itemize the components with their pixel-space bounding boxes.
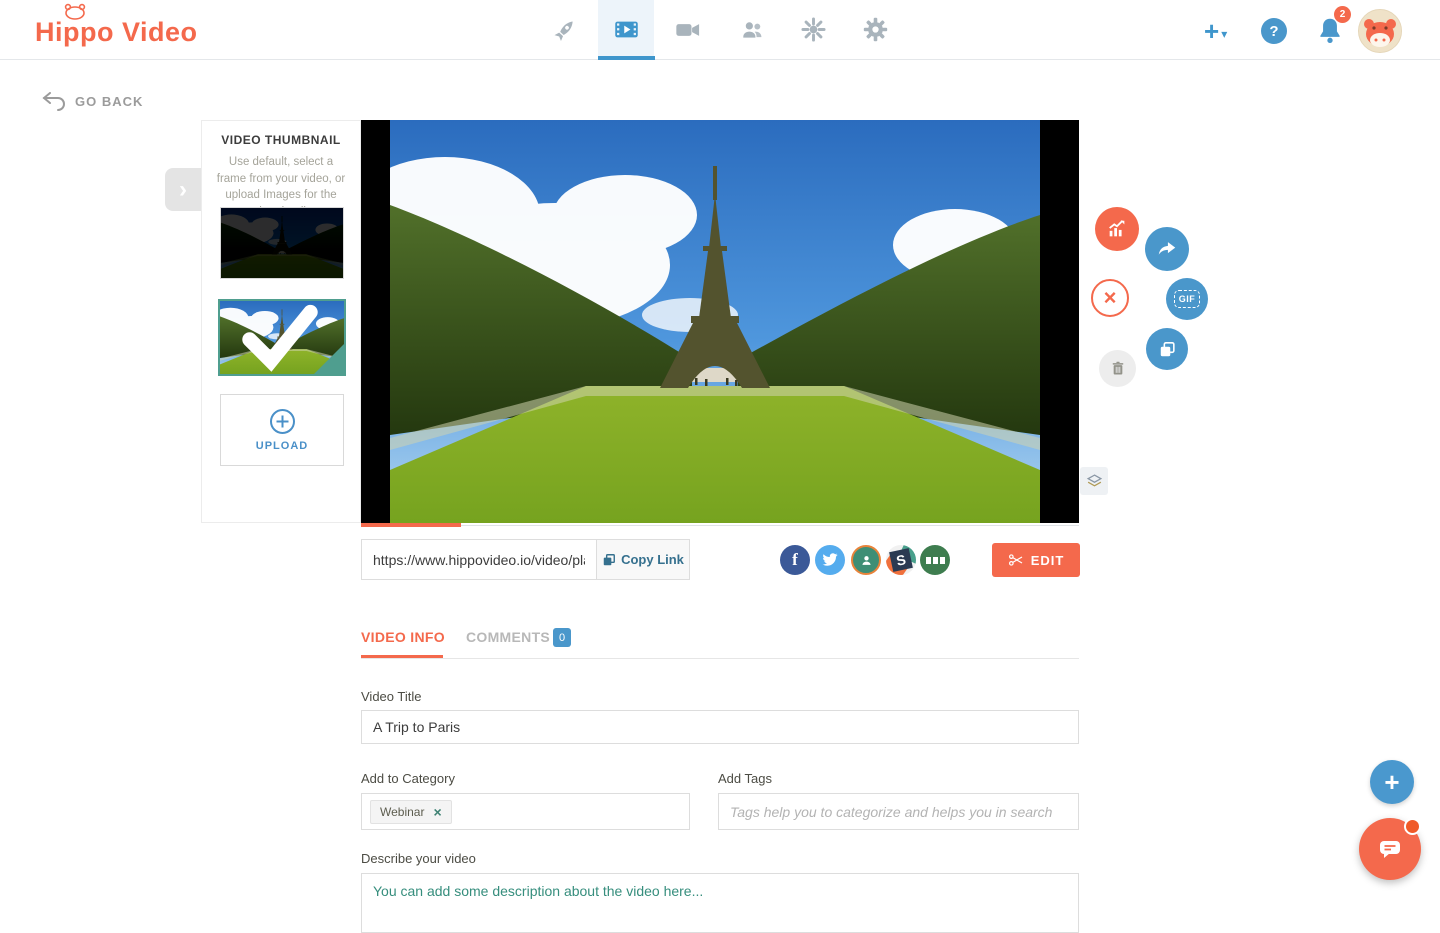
check-icon — [218, 300, 342, 373]
chevron-right-icon: › — [179, 176, 187, 204]
s-app-icon: S — [889, 548, 913, 572]
duplicate-icon — [1158, 340, 1177, 359]
gif-icon: GIF — [1174, 290, 1201, 308]
question-mark-icon: ? — [1269, 23, 1278, 40]
analytics-button[interactable] — [1095, 207, 1139, 251]
share-s-app-button[interactable]: S — [886, 545, 916, 575]
nav-teams-users-icon[interactable] — [724, 0, 780, 59]
delete-button[interactable] — [1099, 350, 1136, 387]
video-url-input[interactable] — [361, 539, 597, 580]
duplicate-button[interactable] — [1146, 328, 1188, 370]
edit-label: EDIT — [1031, 553, 1065, 568]
more-dots-icon — [933, 557, 938, 564]
description-textarea[interactable]: You can add some description about the v… — [361, 873, 1079, 933]
copy-link-button[interactable]: Copy Link — [596, 539, 690, 580]
tags-label: Add Tags — [718, 771, 772, 786]
copy-link-label: Copy Link — [621, 552, 684, 567]
chat-notification-dot — [1404, 818, 1421, 835]
nav-active-underline — [598, 56, 655, 60]
share-button[interactable] — [1145, 227, 1189, 271]
floating-add-button[interactable]: + — [1370, 760, 1414, 804]
hippo-video-logo[interactable]: Hippo Video — [35, 17, 198, 48]
thumbnail-option-selected[interactable] — [218, 299, 346, 376]
tab-comments[interactable]: COMMENTS — [466, 629, 550, 645]
edit-video-button[interactable]: EDIT — [992, 543, 1080, 577]
go-back-button[interactable]: GO BACK — [42, 92, 143, 111]
help-button[interactable]: ? — [1261, 18, 1287, 44]
plus-icon: + — [1384, 767, 1399, 798]
share-facebook-button[interactable]: f — [780, 545, 810, 575]
category-label: Add to Category — [361, 771, 455, 786]
remove-chip-icon[interactable]: × — [433, 805, 441, 819]
facebook-icon: f — [792, 550, 798, 570]
category-input[interactable]: Webinar × — [361, 793, 690, 830]
trash-icon — [1110, 360, 1126, 377]
tab-video-info[interactable]: VIDEO INFO — [361, 629, 445, 645]
layers-button[interactable] — [1080, 467, 1108, 495]
video-progress-track — [461, 525, 1079, 526]
user-avatar[interactable] — [1358, 9, 1402, 53]
thumbnail-panel-title: VIDEO THUMBNAIL — [202, 133, 360, 147]
describe-label: Describe your video — [361, 851, 476, 866]
person-icon — [860, 554, 873, 567]
share-contacts-button[interactable] — [851, 545, 881, 575]
tags-input[interactable] — [718, 793, 1079, 830]
stats-icon — [1106, 218, 1128, 240]
page: Hippo Video — [0, 0, 1440, 900]
caret-down-icon: ▾ — [1221, 27, 1227, 41]
nav-integrations-icon[interactable] — [785, 0, 841, 59]
nav-settings-gear-icon[interactable] — [847, 0, 903, 59]
share-twitter-button[interactable] — [815, 545, 845, 575]
hippo-avatar-icon — [1359, 10, 1401, 52]
notification-count-badge: 2 — [1334, 6, 1351, 23]
top-navbar: Hippo Video — [0, 0, 1440, 60]
video-title-label: Video Title — [361, 689, 421, 704]
plus-icon: + — [1204, 19, 1219, 43]
back-arrow-icon — [42, 92, 66, 111]
thumbnail-option-dark[interactable] — [220, 207, 344, 279]
comments-count-badge: 0 — [553, 628, 571, 647]
more-dots-icon — [940, 557, 945, 564]
video-thumbnail-panel: VIDEO THUMBNAIL Use default, select a fr… — [201, 120, 361, 523]
video-frame-eiffel-tower — [390, 120, 1040, 523]
copy-icon — [602, 553, 616, 567]
nav-record-camera-icon[interactable] — [660, 0, 716, 59]
share-arrow-icon — [1156, 238, 1178, 260]
upload-label: UPLOAD — [256, 440, 308, 452]
video-player[interactable] — [361, 120, 1079, 523]
category-chip-label: Webinar — [380, 805, 424, 819]
chat-bubble-icon — [1377, 838, 1403, 860]
plus-circle-icon — [269, 408, 296, 435]
share-more-button[interactable] — [920, 545, 950, 575]
close-button[interactable]: × — [1091, 279, 1129, 317]
category-chip-webinar: Webinar × — [370, 800, 452, 824]
twitter-bird-icon — [822, 553, 838, 567]
create-new-button[interactable]: + ▾ — [1204, 18, 1240, 44]
more-dots-icon — [926, 557, 931, 564]
close-x-icon: × — [1104, 287, 1117, 309]
tabs-divider — [361, 658, 1079, 659]
hippo-logo-icon — [62, 2, 88, 20]
scissors-icon — [1008, 553, 1024, 567]
video-title-input[interactable] — [361, 710, 1079, 744]
nav-getting-started-rocket-icon[interactable] — [537, 0, 593, 59]
go-back-label: GO BACK — [75, 94, 143, 109]
upload-thumbnail-button[interactable]: UPLOAD — [220, 394, 344, 466]
video-progress-bar[interactable] — [361, 523, 461, 527]
nav-videos-film-icon[interactable] — [598, 0, 654, 59]
collapse-panel-chevron-button[interactable]: › — [165, 168, 201, 211]
create-gif-button[interactable]: GIF — [1166, 278, 1208, 320]
layers-icon — [1086, 473, 1103, 490]
